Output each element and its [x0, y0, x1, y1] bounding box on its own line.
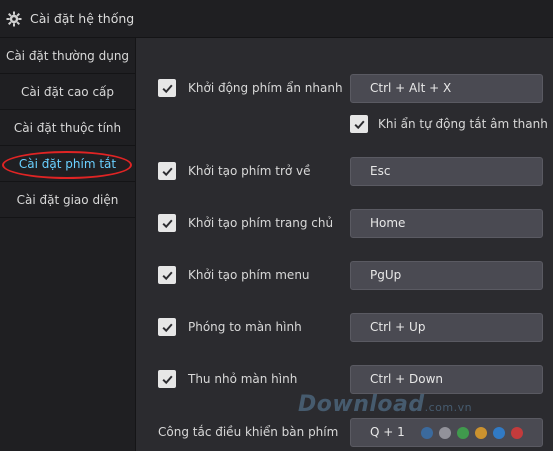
zoom-in-checkbox[interactable]: [158, 318, 176, 336]
sidebar-item-label: Cài đặt giao diện: [16, 193, 119, 207]
shortcut-label: Khởi tạo phím trở về: [188, 164, 311, 178]
remote-switch-label: Công tắc điều khiển bàn phím: [158, 425, 339, 439]
highlight-circle: [2, 151, 132, 179]
sidebar-item-label: Cài đặt thuộc tính: [13, 121, 122, 135]
sidebar-item-label: Cài đặt cao cấp: [20, 85, 115, 99]
remote-switch-key: Q + 1: [370, 425, 405, 439]
shortcut-label: Khởi tạo phím trang chủ: [188, 216, 334, 230]
menu-key-checkbox[interactable]: [158, 266, 176, 284]
sidebar-item-interface[interactable]: Cài đặt giao diện: [0, 182, 135, 218]
quick-hide-checkbox[interactable]: [158, 79, 176, 97]
remote-switch-key-field[interactable]: Q + 1: [350, 418, 543, 447]
shortcut-row: Phóng to màn hình: [158, 318, 302, 336]
zoom-in-key-field[interactable]: Ctrl + Up: [350, 313, 543, 342]
settings-sidebar: Cài đặt thường dụng Cài đặt cao cấp Cài …: [0, 38, 136, 451]
title-bar: Cài đặt hệ thống: [0, 0, 553, 38]
sidebar-item-advanced[interactable]: Cài đặt cao cấp: [0, 74, 135, 110]
checkmark-icon: [161, 219, 173, 228]
gear-icon: [6, 11, 22, 27]
back-key-field[interactable]: Esc: [350, 157, 543, 186]
home-key-field[interactable]: Home: [350, 209, 543, 238]
color-dot: [456, 426, 469, 439]
color-dot: [474, 426, 487, 439]
checkmark-icon: [161, 375, 173, 384]
color-dot: [510, 426, 523, 439]
shortcut-label: Khởi tạo phím menu: [188, 268, 310, 282]
mute-option-label: Khi ẩn tự động tắt âm thanh: [378, 117, 548, 131]
sidebar-item-general[interactable]: Cài đặt thường dụng: [0, 38, 135, 74]
shortcut-label: Khởi động phím ẩn nhanh: [188, 81, 343, 95]
download-watermark: Download.com.vn: [298, 392, 472, 417]
sidebar-item-properties[interactable]: Cài đặt thuộc tính: [0, 110, 135, 146]
zoom-out-checkbox[interactable]: [158, 370, 176, 388]
window-title: Cài đặt hệ thống: [30, 11, 135, 26]
shortcut-label: Phóng to màn hình: [188, 320, 302, 334]
back-key-checkbox[interactable]: [158, 162, 176, 180]
shortcut-row: Thu nhỏ màn hình: [158, 370, 297, 388]
color-dot: [438, 426, 451, 439]
color-dots: [420, 426, 523, 439]
shortcut-label: Thu nhỏ màn hình: [188, 372, 298, 386]
checkmark-icon: [161, 323, 173, 332]
shortcut-settings-panel: Khởi động phím ẩn nhanh Ctrl + Alt + X K…: [136, 38, 553, 451]
sidebar-item-label: Cài đặt thường dụng: [5, 49, 130, 63]
shortcut-row: Khởi tạo phím trở về: [158, 162, 311, 180]
color-dot: [420, 426, 433, 439]
mute-on-hide-checkbox[interactable]: [350, 115, 368, 133]
watermark-suffix: .com.vn: [424, 401, 473, 414]
quick-hide-key-field[interactable]: Ctrl + Alt + X: [350, 74, 543, 103]
zoom-out-key-field[interactable]: Ctrl + Down: [350, 365, 543, 394]
color-dot: [492, 426, 505, 439]
menu-key-field[interactable]: PgUp: [350, 261, 543, 290]
checkmark-icon: [161, 271, 173, 280]
sidebar-item-shortcuts[interactable]: Cài đặt phím tắt: [0, 146, 135, 182]
checkmark-icon: [161, 167, 173, 176]
shortcut-row: Khởi tạo phím trang chủ: [158, 214, 333, 232]
mute-option-row: Khi ẩn tự động tắt âm thanh: [350, 115, 548, 133]
checkmark-icon: [161, 84, 173, 93]
shortcut-row: Khởi động phím ẩn nhanh: [158, 79, 343, 97]
checkmark-icon: [353, 120, 365, 129]
shortcut-row: Khởi tạo phím menu: [158, 266, 310, 284]
watermark-text: Download: [298, 392, 425, 417]
home-key-checkbox[interactable]: [158, 214, 176, 232]
